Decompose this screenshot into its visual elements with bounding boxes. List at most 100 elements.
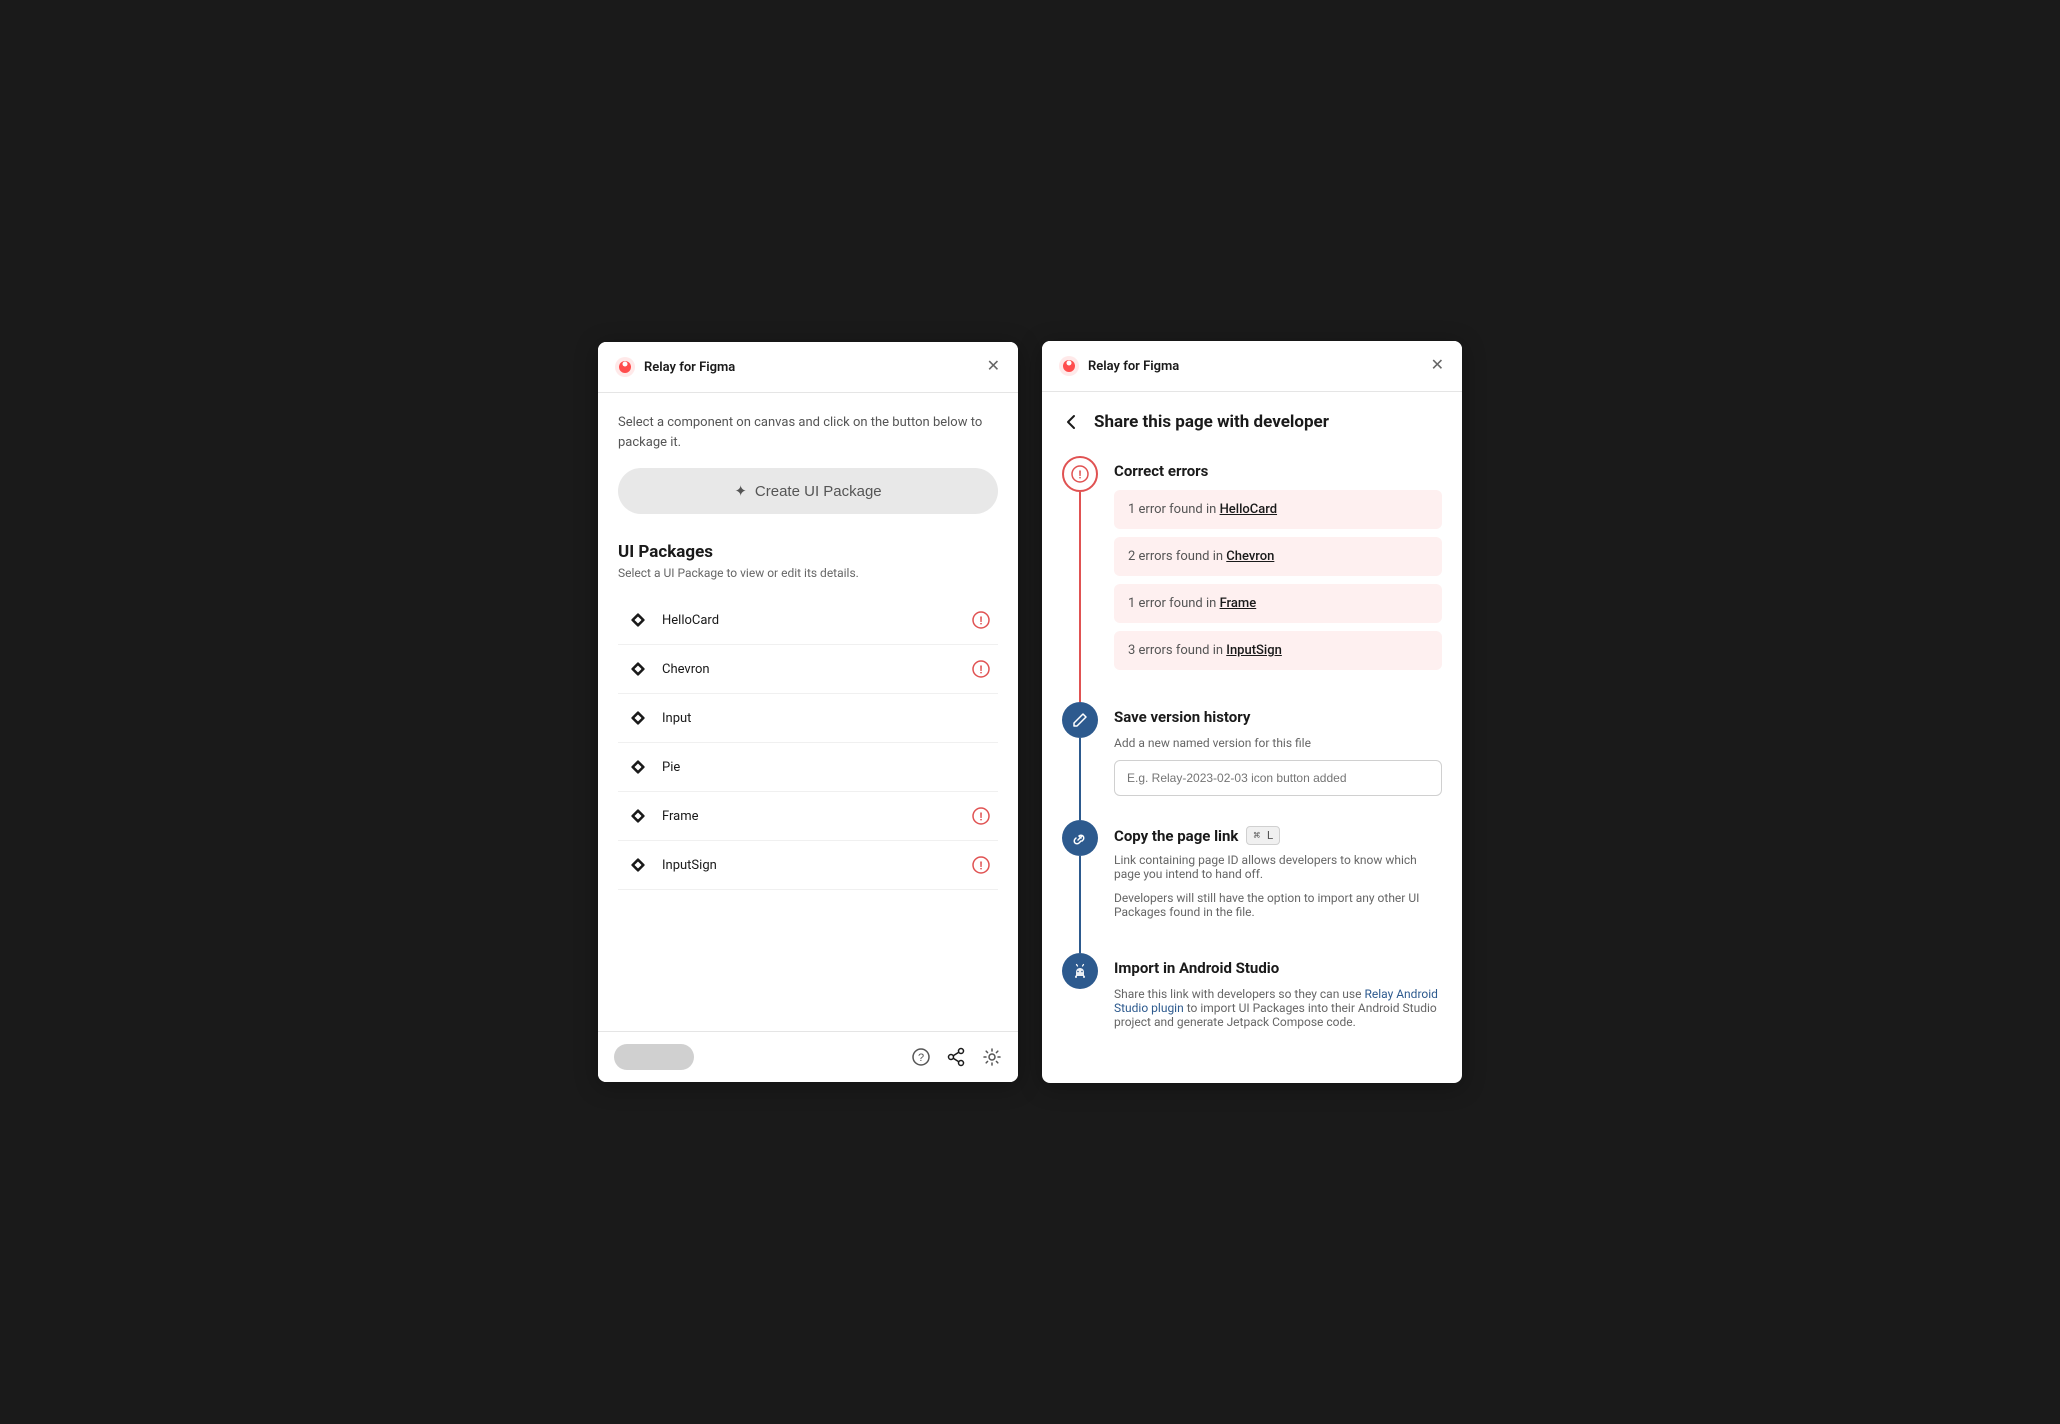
step-heading-4: Import in Android Studio (1114, 953, 1442, 977)
list-item[interactable]: InputSign ! (618, 841, 998, 890)
step-line-2 (1079, 738, 1081, 820)
error-indicator: ! (972, 856, 990, 874)
step-heading-1: Correct errors (1114, 456, 1442, 480)
step-content-4: Import in Android Studio Share this link… (1114, 953, 1442, 1063)
right-panel-header-left: Relay for Figma (1058, 355, 1179, 377)
help-icon: ? (912, 1048, 930, 1066)
settings-icon (982, 1047, 1002, 1067)
component-icon (626, 657, 650, 681)
instruction-text: Select a component on canvas and click o… (618, 413, 998, 452)
error-card-hellocard[interactable]: 1 error found in HelloCard (1114, 490, 1442, 529)
create-btn-label: Create UI Package (755, 483, 882, 500)
android-description: Share this link with developers so they … (1114, 987, 1442, 1029)
create-btn-icon: ✦ (734, 482, 747, 500)
svg-text:?: ? (918, 1052, 924, 1064)
steps-container: ! Correct errors 1 error found in HelloC… (1062, 456, 1442, 1063)
step-heading-2: Save version history (1114, 702, 1442, 726)
step-android-studio: Import in Android Studio Share this link… (1062, 953, 1442, 1063)
error-text-2: 2 errors found in (1128, 549, 1226, 564)
error-indicator: ! (972, 660, 990, 678)
list-item[interactable]: Pie (618, 743, 998, 792)
left-panel: Relay for Figma ✕ Select a component on … (598, 342, 1018, 1082)
left-panel-close-button[interactable]: ✕ (985, 357, 1002, 377)
svg-text:!: ! (980, 811, 983, 824)
android-icon (1071, 962, 1089, 980)
version-input[interactable] (1114, 760, 1442, 796)
share-button[interactable] (946, 1047, 966, 1067)
error-card-frame[interactable]: 1 error found in Frame (1114, 584, 1442, 623)
frame-link[interactable]: Frame (1220, 596, 1257, 611)
package-name: HelloCard (662, 613, 960, 628)
error-text-1: 1 error found in (1128, 502, 1220, 517)
error-text-3: 1 error found in (1128, 596, 1220, 611)
relay-logo-icon (614, 356, 636, 378)
step-left-2 (1062, 702, 1098, 820)
footer-pill (614, 1044, 694, 1070)
package-list: HelloCard ! Chevron ! (618, 596, 998, 890)
left-panel-body: Select a component on canvas and click o… (598, 393, 1018, 1031)
chevron-link[interactable]: Chevron (1226, 549, 1274, 564)
package-name: Input (662, 711, 990, 726)
error-card-chevron[interactable]: 2 errors found in Chevron (1114, 537, 1442, 576)
pencil-icon (1072, 712, 1088, 728)
component-icon (626, 755, 650, 779)
pencil-circle-icon (1062, 702, 1098, 738)
hellocard-link[interactable]: HelloCard (1220, 502, 1277, 517)
error-circle-icon: ! (1062, 456, 1098, 492)
step-left-4 (1062, 953, 1098, 1063)
svg-text:!: ! (1079, 469, 1082, 482)
step-save-version: Save version history Add a new named ver… (1062, 702, 1442, 820)
step-correct-errors: ! Correct errors 1 error found in HelloC… (1062, 456, 1442, 702)
left-panel-footer: ? (598, 1031, 1018, 1082)
component-icon (626, 706, 650, 730)
left-panel-header: Relay for Figma ✕ (598, 342, 1018, 393)
right-panel: Relay for Figma ✕ Share this page with d… (1042, 341, 1462, 1083)
error-card-inputsign[interactable]: 3 errors found in InputSign (1114, 631, 1442, 670)
step-line-3 (1079, 856, 1081, 953)
package-name: Chevron (662, 662, 960, 677)
left-panel-title: Relay for Figma (644, 360, 735, 375)
list-item[interactable]: Input (618, 694, 998, 743)
back-arrow-icon (1062, 412, 1082, 432)
right-panel-close-button[interactable]: ✕ (1429, 356, 1446, 376)
inputsign-link[interactable]: InputSign (1226, 643, 1282, 658)
footer-icons: ? (912, 1047, 1002, 1067)
package-name: InputSign (662, 858, 960, 873)
help-button[interactable]: ? (912, 1048, 930, 1066)
list-item[interactable]: HelloCard ! (618, 596, 998, 645)
step-content-1: Correct errors 1 error found in HelloCar… (1114, 456, 1442, 702)
component-icon (626, 608, 650, 632)
component-icon (626, 853, 650, 877)
list-item[interactable]: Frame ! (618, 792, 998, 841)
right-panel-header: Relay for Figma ✕ (1042, 341, 1462, 392)
settings-button[interactable] (982, 1047, 1002, 1067)
svg-text:!: ! (980, 664, 983, 677)
ui-packages-subtitle: Select a UI Package to view or edit its … (618, 566, 998, 580)
create-ui-package-button[interactable]: ✦ Create UI Package (618, 468, 998, 514)
ui-packages-title: UI Packages (618, 542, 998, 562)
copy-link-desc-1: Link containing page ID allows developer… (1114, 853, 1442, 881)
relay-logo-icon-right (1058, 355, 1080, 377)
step-left-1: ! (1062, 456, 1098, 702)
android-circle-icon (1062, 953, 1098, 989)
right-panel-title: Relay for Figma (1088, 359, 1179, 374)
list-item[interactable]: Chevron ! (618, 645, 998, 694)
svg-text:!: ! (980, 615, 983, 628)
step-copy-link: Copy the page link ⌘ L Link containing p… (1062, 820, 1442, 953)
error-indicator: ! (972, 807, 990, 825)
right-panel-body: Share this page with developer ! Correct… (1042, 392, 1462, 1083)
copy-link-desc-2: Developers will still have the option to… (1114, 891, 1442, 919)
error-text-4: 3 errors found in (1128, 643, 1226, 658)
link-icon (1072, 830, 1088, 846)
component-icon (626, 804, 650, 828)
left-panel-header-left: Relay for Figma (614, 356, 735, 378)
share-icon (946, 1047, 966, 1067)
back-button[interactable] (1062, 412, 1082, 432)
step-description-2: Add a new named version for this file (1114, 736, 1442, 750)
step-content-3: Copy the page link ⌘ L Link containing p… (1114, 820, 1442, 953)
svg-text:!: ! (980, 860, 983, 873)
back-header: Share this page with developer (1062, 412, 1442, 432)
error-indicator: ! (972, 611, 990, 629)
keyboard-shortcut-badge: ⌘ L (1246, 826, 1280, 845)
relay-plugin-link[interactable]: Relay Android Studio plugin (1114, 987, 1438, 1015)
